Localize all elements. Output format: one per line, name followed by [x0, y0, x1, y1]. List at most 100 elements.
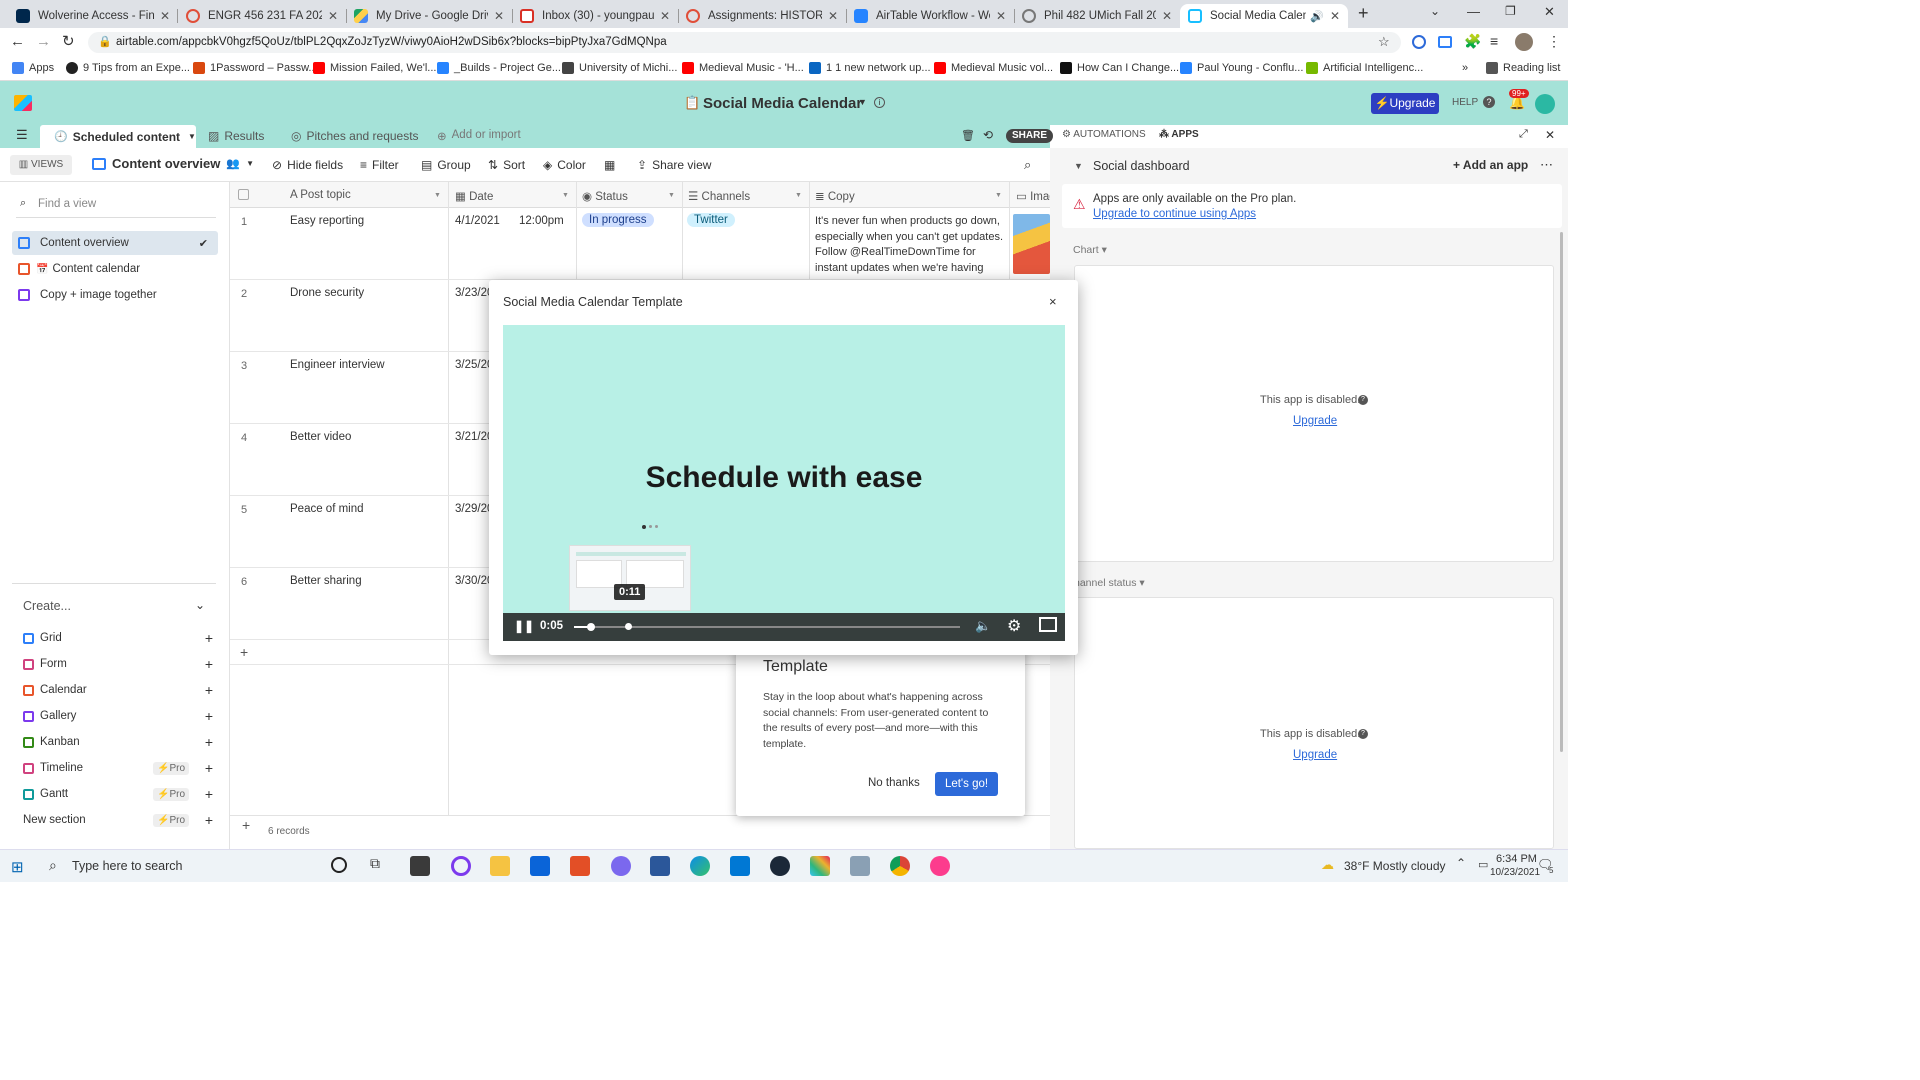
channel-badge[interactable]: Twitter [687, 213, 735, 227]
column-header-channels[interactable]: ☰ Channels [688, 189, 750, 203]
date-cell[interactable]: 4/1/2021 [455, 215, 500, 227]
help-icon[interactable]: ? [1483, 96, 1495, 108]
find-view-input[interactable]: Find a view [38, 198, 96, 210]
edge-icon[interactable] [690, 856, 710, 876]
bookmark[interactable]: Mission Failed, We'l... [313, 62, 436, 74]
close-icon[interactable]: ✕ [494, 9, 504, 23]
row-height-button[interactable]: ▦ [604, 158, 615, 172]
date-cell[interactable]: 3/21/20 [455, 431, 493, 443]
dashboard-title[interactable]: Social dashboard [1093, 159, 1190, 173]
office-icon[interactable] [570, 856, 590, 876]
task-view-icon[interactable]: ⧉ [370, 855, 380, 872]
tab-scheduled-content[interactable]: 🕘 Scheduled content ▼ [40, 125, 196, 148]
minimize-button[interactable]: — [1467, 4, 1480, 19]
close-icon[interactable]: ✕ [160, 9, 170, 23]
group-button[interactable]: ▤ Group [421, 158, 471, 172]
app-icon[interactable] [451, 856, 471, 876]
chevron-down-icon[interactable]: ▼ [246, 159, 254, 168]
add-plus-icon[interactable]: + [242, 817, 250, 833]
add-row-plus-icon[interactable]: + [240, 644, 248, 660]
create-heading[interactable]: Create... [23, 599, 71, 613]
trash-icon[interactable]: 🗑 [961, 129, 975, 142]
itunes-icon[interactable] [930, 856, 950, 876]
star-icon[interactable]: ☆ [1378, 34, 1390, 50]
post-topic-cell[interactable]: Drone security [290, 287, 364, 299]
close-icon[interactable]: ✕ [996, 9, 1006, 23]
chart-app-label[interactable]: Chart ▾ [1073, 244, 1107, 256]
modal-close-button[interactable]: × [1049, 294, 1057, 309]
share-view-button[interactable]: ⇪ Share view [637, 158, 711, 172]
image-thumbnail[interactable] [1013, 214, 1050, 274]
sort-button[interactable]: ⇅ Sort [488, 158, 525, 172]
color-button[interactable]: ◈ Color [543, 158, 586, 172]
pause-button[interactable]: ❚❚ [514, 619, 534, 633]
cortana-icon[interactable] [331, 857, 347, 873]
create-gantt[interactable]: Gantt ⚡Pro + [23, 786, 213, 802]
mail-icon[interactable] [530, 856, 550, 876]
post-topic-cell[interactable]: Engineer interview [290, 359, 385, 371]
column-header-date[interactable]: ▦ Date [455, 189, 493, 203]
history-icon[interactable]: ⟲ [983, 128, 993, 142]
chevron-down-icon[interactable]: ⌄ [1430, 4, 1440, 18]
browser-tab[interactable]: ENGR 456 231 FA 2021 ✕ [178, 4, 346, 28]
bookmark[interactable]: 9 Tips from an Expe... [66, 62, 190, 74]
base-title[interactable]: Social Media Calendar [703, 95, 862, 112]
forward-icon[interactable]: → [36, 33, 51, 50]
bookmark[interactable]: 1Password – Passw... [193, 62, 318, 74]
bookmark[interactable]: Apps [12, 62, 54, 74]
file-explorer-icon[interactable] [490, 856, 510, 876]
tab-results[interactable]: ▨ Results [208, 129, 264, 143]
create-timeline[interactable]: Timeline ⚡Pro + [23, 760, 213, 776]
more-icon[interactable]: ⋯ [1540, 157, 1553, 173]
close-icon[interactable]: ✕ [1162, 9, 1172, 23]
chevron-down-icon[interactable]: ▼ [434, 192, 441, 199]
window-close-button[interactable]: ✕ [1544, 4, 1555, 20]
word-icon[interactable] [650, 856, 670, 876]
sidebar-item-copy-image[interactable]: Copy + image together [12, 283, 218, 307]
browser-tab[interactable]: Wolverine Access - Find & ✕ [8, 4, 178, 28]
upgrade-link[interactable]: Upgrade [1293, 415, 1337, 427]
bookmark[interactable]: How Can I Change... [1060, 62, 1179, 74]
column-header-status[interactable]: ◉ Status [582, 189, 628, 203]
current-view[interactable]: Content overview 👥 ▼ [92, 156, 254, 171]
browser-tab[interactable]: My Drive - Google Drive ✕ [346, 4, 512, 28]
upgrade-link[interactable]: Upgrade [1293, 749, 1337, 761]
taskbar-search-input[interactable]: Type here to search [72, 859, 182, 873]
chrome-icon[interactable] [890, 856, 910, 876]
create-kanban[interactable]: Kanban + [23, 734, 213, 750]
create-gallery[interactable]: Gallery + [23, 708, 213, 724]
close-icon[interactable]: ✕ [1545, 128, 1555, 142]
menu-icon[interactable]: ⋮ [1547, 33, 1561, 50]
upgrade-link[interactable]: Upgrade to continue using Apps [1093, 208, 1256, 220]
chevron-down-icon[interactable]: ▼ [795, 192, 802, 199]
copy-cell[interactable]: It's never fun when products go down, es… [815, 214, 1007, 276]
sidebar-item-content-calendar[interactable]: 📅 Content calendar [12, 257, 218, 281]
post-topic-cell[interactable]: Better sharing [290, 575, 362, 587]
chevron-down-icon[interactable]: ⌄ [195, 598, 205, 612]
airtable-logo[interactable] [14, 95, 32, 111]
user-avatar[interactable] [1535, 94, 1555, 114]
bookmark[interactable]: _Builds - Project Ge... [437, 62, 561, 74]
close-icon[interactable]: ✕ [660, 9, 670, 23]
bookmark[interactable]: University of Michi... [562, 62, 677, 74]
chevron-down-icon[interactable]: ▼ [1074, 161, 1083, 171]
browser-tab[interactable]: Assignments: HISTORY 49 ✕ [678, 4, 846, 28]
close-icon[interactable]: ✕ [1330, 9, 1340, 23]
post-topic-cell[interactable]: Better video [290, 431, 351, 443]
date-cell[interactable]: 3/30/20 [455, 575, 493, 587]
post-topic-cell[interactable]: Easy reporting [290, 215, 364, 227]
browser-tab[interactable]: Phil 482 UMich Fall 2021 ✕ [1014, 4, 1180, 28]
steam-icon[interactable] [770, 856, 790, 876]
create-form[interactable]: Form + [23, 656, 213, 672]
close-icon[interactable]: ✕ [828, 9, 838, 23]
browser-tab-active[interactable]: Social Media Calenda🔊 ✕ [1180, 4, 1348, 28]
upgrade-button[interactable]: ⚡Upgrade [1371, 93, 1439, 114]
browser-tab[interactable]: AirTable Workflow - Wolve ✕ [846, 4, 1014, 28]
time-cell[interactable]: 12:00pm [519, 215, 564, 227]
windows-start-icon[interactable]: ⊞ [11, 858, 24, 876]
column-header-copy[interactable]: ≣ Copy [815, 189, 855, 203]
maximize-button[interactable]: ❐ [1505, 4, 1516, 18]
browser-tab[interactable]: Inbox (30) - youngpau@u ✕ [512, 4, 678, 28]
bookmarks-overflow[interactable]: » [1462, 62, 1468, 74]
chevron-down-icon[interactable]: ▼ [858, 97, 867, 107]
